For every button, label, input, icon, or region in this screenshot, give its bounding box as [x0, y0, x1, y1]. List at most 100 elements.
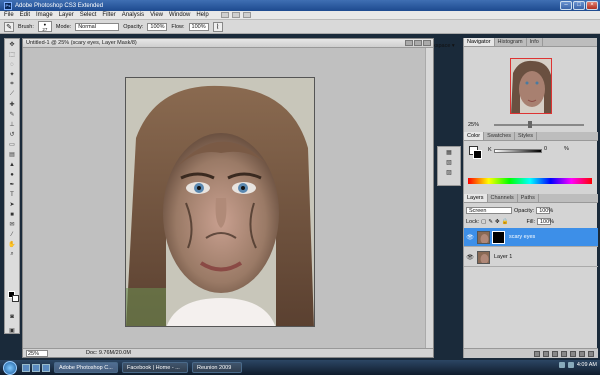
notes-tool-icon[interactable]: ✉ [6, 220, 18, 229]
browser-icon[interactable] [42, 363, 50, 372]
visibility-eye-icon[interactable]: 👁 [466, 234, 474, 241]
navigator-thumbnail[interactable] [510, 58, 552, 114]
color-slider[interactable] [494, 149, 542, 153]
new-layer-icon[interactable] [579, 350, 585, 357]
network-icon[interactable] [558, 362, 565, 368]
quick-mask-icon[interactable]: ◙ [6, 312, 18, 321]
hand-tool-icon[interactable]: ✋ [6, 240, 18, 249]
menu-analysis[interactable]: Analysis [122, 12, 144, 18]
tool-presets-panel-icon[interactable]: ▧ [443, 158, 455, 167]
layer-name[interactable]: Layer 1 [494, 254, 512, 260]
volume-icon[interactable] [567, 362, 574, 368]
eraser-tool-icon[interactable]: ▭ [6, 140, 18, 149]
eyedropper-tool-icon[interactable]: ⁄ [6, 230, 18, 239]
tab-paths[interactable]: Paths [518, 194, 539, 202]
fill-field[interactable]: 100% [537, 218, 554, 225]
screen-mode-toggle-icon[interactable]: ▣ [6, 326, 18, 335]
menu-filter[interactable]: Filter [102, 12, 115, 18]
layer-name[interactable]: scary eyes [509, 234, 535, 240]
menu-layer[interactable]: Layer [59, 12, 74, 18]
taskbar-item-reunion[interactable]: Reunion 2009 [192, 362, 242, 373]
show-desktop-icon[interactable] [22, 363, 30, 372]
menu-file[interactable]: File [4, 12, 14, 18]
blur-tool-icon[interactable]: ▲ [6, 160, 18, 169]
crop-tool-icon[interactable]: ⌗ [6, 80, 18, 89]
screen-mode-icon[interactable] [231, 12, 240, 18]
clone-stamp-tool-icon[interactable]: ⊥ [6, 120, 18, 129]
layer-comps-panel-icon[interactable]: ▨ [443, 168, 455, 177]
tab-info[interactable]: Info [527, 38, 543, 46]
add-mask-icon[interactable] [552, 350, 558, 357]
brush-tool-preset-icon[interactable]: ✎ [4, 21, 14, 32]
history-brush-tool-icon[interactable]: ↺ [6, 130, 18, 139]
layer-row-scary-eyes[interactable]: 👁 scary eyes [464, 228, 598, 247]
link-layers-icon[interactable] [534, 350, 540, 357]
color-background-swatch[interactable] [473, 150, 482, 159]
switch-windows-icon[interactable] [32, 363, 40, 372]
pen-tool-icon[interactable]: ✒ [6, 180, 18, 189]
document-tab[interactable]: Untitled-1 @ 25% (scary eyes, Layer Mask… [23, 39, 433, 48]
brush-tool-icon[interactable]: ✎ [6, 110, 18, 119]
start-button[interactable] [3, 360, 17, 375]
document-zoom-field[interactable]: 25% [26, 349, 48, 357]
tab-histogram[interactable]: Histogram [495, 38, 527, 46]
menu-image[interactable]: Image [36, 12, 53, 18]
tab-layers[interactable]: Layers [464, 194, 488, 202]
close-button[interactable]: × [586, 1, 598, 10]
mode-select[interactable]: Normal [75, 22, 120, 31]
lock-all-icon[interactable]: 🔒 [502, 219, 509, 225]
layer-opacity-field[interactable]: 100% [536, 207, 553, 214]
dodge-tool-icon[interactable]: ● [6, 170, 18, 179]
clock[interactable]: 4:09 AM [577, 362, 597, 368]
document-info[interactable]: Doc: 9.76M/20.0M [86, 350, 131, 356]
arrange-icon[interactable] [242, 12, 251, 18]
path-selection-tool-icon[interactable]: ➤ [6, 200, 18, 209]
doc-maximize-button[interactable] [414, 40, 422, 46]
image-canvas[interactable] [125, 77, 315, 327]
lock-image-icon[interactable]: ✎ [488, 219, 493, 225]
bridge-icon[interactable] [220, 12, 229, 18]
type-tool-icon[interactable]: T [6, 190, 18, 199]
layer-row-layer-1[interactable]: 👁 Layer 1 [464, 248, 598, 267]
visibility-eye-icon[interactable]: 👁 [466, 254, 474, 261]
menu-view[interactable]: View [150, 12, 163, 18]
doc-minimize-button[interactable] [405, 40, 413, 46]
brushes-panel-icon[interactable]: ▦ [443, 148, 455, 157]
layer-mask-thumbnail[interactable] [492, 230, 505, 244]
flow-field[interactable]: 100% [188, 22, 209, 31]
healing-brush-tool-icon[interactable]: ✚ [6, 100, 18, 109]
lock-position-icon[interactable]: ✥ [495, 219, 500, 225]
doc-close-button[interactable] [423, 40, 431, 46]
document-scrollbar[interactable] [425, 48, 433, 349]
marquee-tool-icon[interactable]: ⬚ [6, 50, 18, 59]
menu-window[interactable]: Window [169, 12, 190, 18]
opacity-field[interactable]: 100% [147, 22, 168, 31]
color-spectrum-bar[interactable] [468, 178, 592, 184]
shape-tool-icon[interactable]: ■ [6, 210, 18, 219]
delete-layer-icon[interactable] [588, 350, 594, 357]
new-group-icon[interactable] [570, 350, 576, 357]
gradient-tool-icon[interactable]: ▤ [6, 150, 18, 159]
layer-style-icon[interactable] [543, 350, 549, 357]
magic-wand-tool-icon[interactable]: ✦ [6, 70, 18, 79]
tab-channels[interactable]: Channels [488, 194, 518, 202]
navigator-zoom[interactable]: 25% [468, 122, 479, 128]
tab-swatches[interactable]: Swatches [484, 132, 516, 140]
menu-edit[interactable]: Edit [20, 12, 30, 18]
brush-picker[interactable]: ● 27 [37, 21, 52, 32]
taskbar-item-facebook[interactable]: Facebook | Home - ... [122, 362, 188, 373]
tab-navigator[interactable]: Navigator [464, 38, 495, 46]
minimize-button[interactable]: – [560, 1, 572, 10]
color-value[interactable]: 0 [544, 146, 547, 152]
maximize-button[interactable]: □ [573, 1, 585, 10]
lock-transparency-icon[interactable]: ▢ [481, 219, 486, 225]
blend-mode-select[interactable]: Screen [466, 207, 512, 214]
navigator-zoom-knob[interactable] [528, 121, 532, 128]
navigator-zoom-slider[interactable] [494, 124, 584, 126]
tab-styles[interactable]: Styles [515, 132, 537, 140]
lasso-tool-icon[interactable]: ◌ [6, 60, 18, 69]
tab-color[interactable]: Color [464, 132, 485, 140]
adjustment-layer-icon[interactable] [561, 350, 567, 357]
menu-help[interactable]: Help [196, 12, 208, 18]
airbrush-icon[interactable]: ⌇ [212, 21, 223, 32]
